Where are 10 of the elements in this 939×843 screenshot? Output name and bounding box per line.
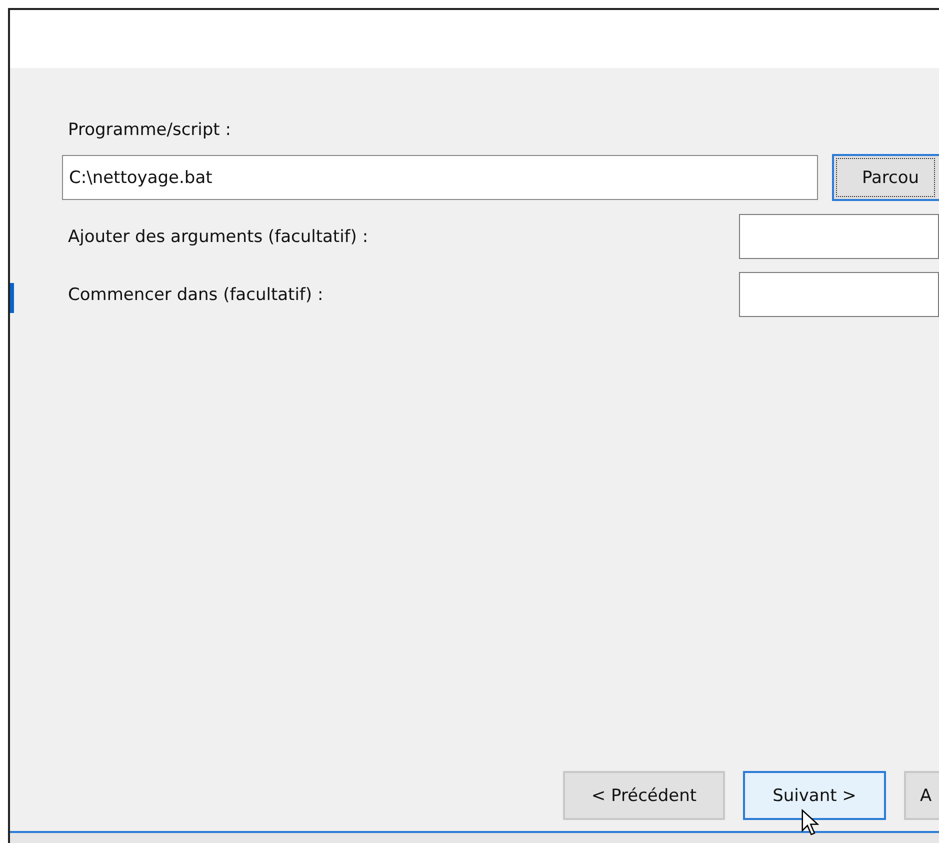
wizard-button[interactable]: A xyxy=(904,771,939,820)
input-field[interactable] xyxy=(739,272,939,317)
mouse-pointer-icon xyxy=(801,809,819,837)
browse-button[interactable]: Parcou xyxy=(832,154,939,201)
input-field[interactable]: C:\nettoyage.bat xyxy=(62,155,818,200)
wizard-button[interactable]: < Précédent xyxy=(563,771,725,820)
field-label: Programme/script : xyxy=(68,120,232,140)
field-label: Commencer dans (facultatif) : xyxy=(68,284,324,304)
field-label: Ajouter des arguments (facultatif) : xyxy=(68,226,368,246)
input-field[interactable] xyxy=(739,214,939,259)
